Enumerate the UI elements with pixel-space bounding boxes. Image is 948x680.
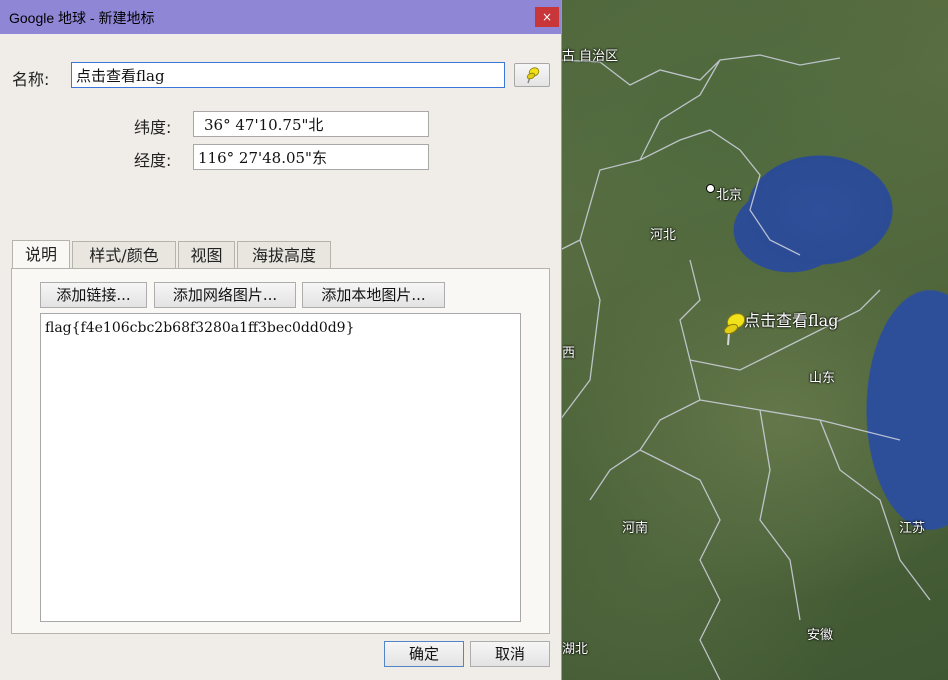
placemark-icon-button[interactable] — [514, 63, 550, 87]
map-label-shanxi-partial: 西 — [562, 346, 576, 361]
map-label-hebei: 河北 — [650, 228, 677, 243]
map-label-beijing: 北京 — [716, 188, 743, 203]
map-label-anhui: 安徽 — [807, 628, 834, 643]
window-title: Google 地球 - 新建地标 — [9, 10, 155, 26]
map-label-henan: 河南 — [622, 521, 649, 536]
map-label-hubei-partial: 湖北 — [562, 642, 589, 657]
name-label: 名称: — [12, 70, 50, 89]
map-label-neimenggu: 古 自治区 — [562, 49, 619, 64]
ok-button[interactable]: 确定 — [384, 641, 464, 667]
latitude-label: 纬度: — [134, 118, 172, 137]
tab-style-color[interactable]: 样式/颜色 — [72, 241, 176, 268]
add-link-button[interactable]: 添加链接... — [40, 282, 147, 308]
add-web-image-button[interactable]: 添加网络图片... — [154, 282, 296, 308]
map-label-shandong: 山东 — [809, 371, 836, 386]
latitude-value: 36° 47'10.75"北 — [204, 116, 324, 134]
close-button[interactable]: × — [535, 7, 559, 27]
tab-altitude[interactable]: 海拔高度 — [237, 241, 331, 268]
placemark-label[interactable]: 点击查看flag — [744, 307, 838, 331]
tab-view[interactable]: 视图 — [178, 241, 235, 268]
title-bar[interactable]: Google 地球 - 新建地标 × — [0, 0, 561, 34]
description-textarea[interactable]: flag{f4e106cbc2b68f3280a1ff3bec0dd0d9} — [40, 313, 521, 622]
longitude-label: 经度: — [134, 151, 172, 170]
add-local-image-button[interactable]: 添加本地图片... — [302, 282, 445, 308]
map-label-jiangsu: 江苏 — [899, 521, 926, 536]
tab-description[interactable]: 说明 — [12, 240, 70, 269]
latitude-input[interactable]: 36° 47'10.75"北 — [193, 111, 429, 137]
pushpin-icon — [526, 67, 540, 84]
cancel-button[interactable]: 取消 — [470, 641, 550, 667]
name-input[interactable]: 点击查看flag — [71, 62, 505, 88]
beijing-marker[interactable] — [706, 184, 715, 193]
new-placemark-dialog: Google 地球 - 新建地标 × 名称: 点击查看flag 纬度: 36° … — [0, 0, 562, 680]
description-text: flag{f4e106cbc2b68f3280a1ff3bec0dd0d9} — [45, 320, 355, 336]
longitude-input[interactable]: 116° 27'48.05"东 — [193, 144, 429, 170]
longitude-value: 116° 27'48.05"东 — [198, 149, 327, 167]
name-input-value: 点击查看flag — [76, 67, 165, 85]
